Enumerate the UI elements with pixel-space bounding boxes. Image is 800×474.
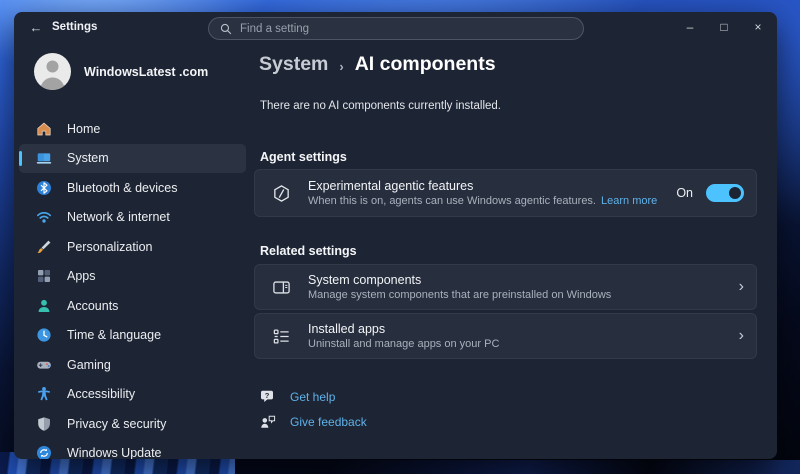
avatar bbox=[34, 53, 71, 90]
minimize-button[interactable]: – bbox=[673, 12, 707, 42]
gaming-icon bbox=[36, 357, 52, 373]
sidebar-item-accounts[interactable]: Accounts bbox=[19, 291, 246, 320]
accessibility-icon bbox=[36, 386, 52, 402]
system-components-title: System components bbox=[308, 273, 729, 287]
sidebar-item-label: System bbox=[67, 151, 109, 165]
account-header[interactable]: WindowsLatest .com bbox=[34, 53, 208, 90]
privacy-security-icon bbox=[36, 416, 52, 432]
system-components-card[interactable]: System components Manage system componen… bbox=[254, 264, 757, 310]
avatar-person-icon bbox=[34, 53, 71, 90]
account-name: WindowsLatest .com bbox=[84, 65, 208, 79]
get-help-link[interactable]: ? Get help bbox=[260, 389, 335, 405]
sidebar-item-label: Bluetooth & devices bbox=[67, 181, 178, 195]
sidebar-item-personalization[interactable]: Personalization bbox=[19, 232, 246, 261]
page-title: AI components bbox=[355, 53, 496, 76]
sidebar-item-label: Accessibility bbox=[67, 387, 135, 401]
network-icon bbox=[36, 209, 52, 225]
search-box[interactable] bbox=[208, 17, 584, 40]
sidebar-item-system[interactable]: System bbox=[19, 144, 246, 173]
breadcrumb-chevron-icon: › bbox=[339, 59, 343, 74]
chevron-right-icon: › bbox=[739, 327, 744, 345]
accounts-icon bbox=[36, 298, 52, 314]
sidebar-item-label: Time & language bbox=[67, 328, 161, 342]
personalization-icon bbox=[36, 239, 52, 255]
empty-state-note: There are no AI components currently ins… bbox=[260, 100, 501, 112]
chevron-right-icon: › bbox=[739, 278, 744, 296]
section-title-agent-settings: Agent settings bbox=[260, 150, 347, 164]
time-language-icon bbox=[36, 327, 52, 343]
toggle-state-label: On bbox=[676, 186, 693, 200]
back-button[interactable]: ← bbox=[26, 19, 46, 37]
installed-apps-text: Installed apps Uninstall and manage apps… bbox=[308, 322, 729, 350]
minimize-icon: – bbox=[687, 20, 694, 34]
maximize-icon: □ bbox=[720, 20, 727, 34]
agentic-toggle-group: On bbox=[676, 184, 744, 202]
sidebar-item-apps[interactable]: Apps bbox=[19, 262, 246, 291]
sidebar-item-label: Personalization bbox=[67, 240, 152, 254]
get-help-label: Get help bbox=[290, 390, 335, 404]
agentic-features-text: Experimental agentic features When this … bbox=[308, 179, 676, 207]
system-components-text: System components Manage system componen… bbox=[308, 273, 729, 301]
search-icon bbox=[220, 23, 232, 35]
sidebar-item-bluetooth-devices[interactable]: Bluetooth & devices bbox=[19, 173, 246, 202]
toggle-knob bbox=[729, 187, 741, 199]
agentic-features-card: Experimental agentic features When this … bbox=[254, 169, 757, 217]
apps-icon bbox=[36, 268, 52, 284]
sidebar-item-label: Network & internet bbox=[67, 210, 170, 224]
close-icon: × bbox=[754, 20, 761, 34]
back-arrow-icon: ← bbox=[30, 20, 43, 35]
agentic-features-title: Experimental agentic features bbox=[308, 179, 676, 193]
sidebar-item-network-internet[interactable]: Network & internet bbox=[19, 203, 246, 232]
svg-text:?: ? bbox=[265, 391, 270, 400]
sidebar-item-label: Gaming bbox=[67, 358, 111, 372]
system-components-description: Manage system components that are preins… bbox=[308, 289, 729, 301]
windows-update-icon bbox=[36, 445, 52, 459]
settings-window: ← Settings – □ × WindowsLatest .com Home… bbox=[14, 12, 777, 459]
learn-more-link[interactable]: Learn more bbox=[601, 195, 657, 207]
home-icon bbox=[36, 121, 52, 137]
agentic-features-description: When this is on, agents can use Windows … bbox=[308, 195, 676, 207]
agentic-features-icon bbox=[272, 184, 291, 203]
get-help-icon: ? bbox=[260, 389, 276, 405]
sidebar-item-gaming[interactable]: Gaming bbox=[19, 350, 246, 379]
installed-apps-description: Uninstall and manage apps on your PC bbox=[308, 338, 729, 350]
sidebar-item-label: Accounts bbox=[67, 299, 118, 313]
sidebar-item-label: Windows Update bbox=[67, 446, 162, 459]
breadcrumb-parent[interactable]: System bbox=[259, 53, 328, 76]
app-title: Settings bbox=[52, 21, 97, 33]
sidebar-item-label: Apps bbox=[67, 269, 96, 283]
sidebar-item-privacy-security[interactable]: Privacy & security bbox=[19, 409, 246, 438]
sidebar-item-home[interactable]: Home bbox=[19, 114, 246, 143]
installed-apps-title: Installed apps bbox=[308, 322, 729, 336]
sidebar-item-label: Privacy & security bbox=[67, 417, 166, 431]
breadcrumb: System › AI components bbox=[259, 53, 496, 76]
system-icon bbox=[36, 150, 52, 166]
give-feedback-label: Give feedback bbox=[290, 415, 367, 429]
agentic-toggle[interactable] bbox=[706, 184, 744, 202]
bluetooth-icon bbox=[36, 180, 52, 196]
wallpaper-bloom-streak bbox=[330, 460, 800, 474]
close-button[interactable]: × bbox=[741, 12, 775, 42]
give-feedback-link[interactable]: Give feedback bbox=[260, 414, 367, 430]
sidebar-item-time-language[interactable]: Time & language bbox=[19, 321, 246, 350]
system-components-icon bbox=[272, 278, 291, 297]
maximize-button[interactable]: □ bbox=[707, 12, 741, 42]
installed-apps-card[interactable]: Installed apps Uninstall and manage apps… bbox=[254, 313, 757, 359]
search-input[interactable] bbox=[240, 23, 572, 35]
window-controls: – □ × bbox=[673, 12, 775, 42]
give-feedback-icon bbox=[260, 414, 276, 430]
sidebar-item-accessibility[interactable]: Accessibility bbox=[19, 380, 246, 409]
sidebar-item-windows-update[interactable]: Windows Update bbox=[19, 439, 246, 460]
section-title-related-settings: Related settings bbox=[260, 244, 357, 258]
installed-apps-icon bbox=[272, 327, 291, 346]
sidebar-item-label: Home bbox=[67, 122, 100, 136]
agentic-features-description-text: When this is on, agents can use Windows … bbox=[308, 195, 596, 207]
sidebar-nav: Home System Bluetooth & devices Network … bbox=[19, 114, 246, 459]
